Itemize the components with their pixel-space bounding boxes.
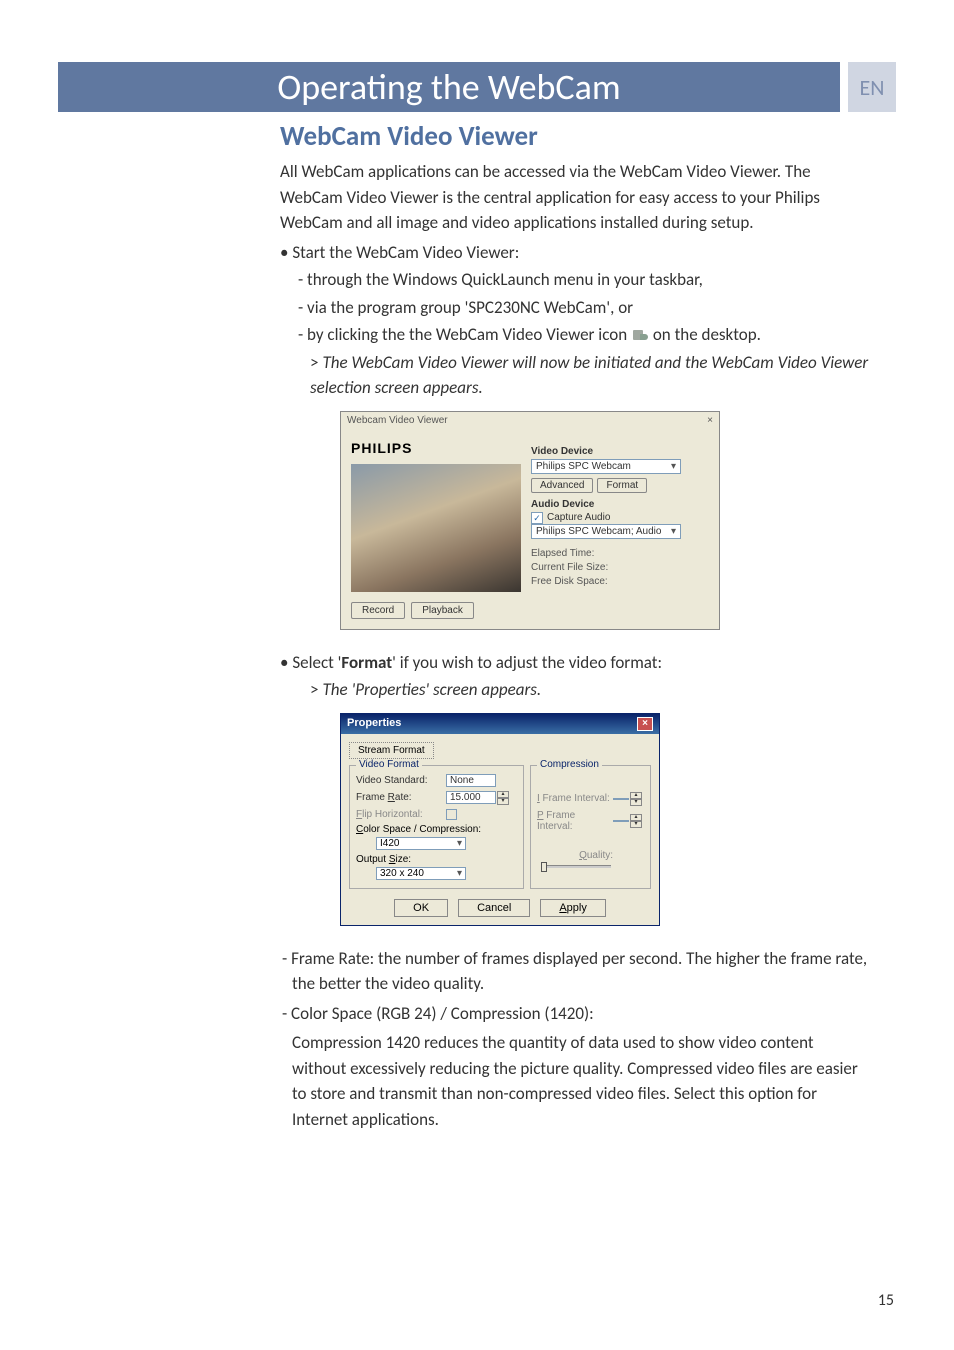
output-size-select[interactable]: 320 x 240 [376,867,466,880]
video-standard-label: Video Standard: [356,775,446,786]
properties-titlebar: Properties × [341,714,659,734]
props-title: Properties [347,717,401,731]
pframe-label: P Frame Interval: [537,810,613,832]
frame-rate-spinner[interactable]: ▴▾ [497,791,509,805]
ok-button[interactable]: OK [394,899,448,917]
pframe-spinner[interactable]: ▴▾ [630,814,642,828]
video-format-fieldset: Video Format Video Standard: None Frame … [349,765,524,889]
properties-window: Properties × Stream Format Video Format … [340,713,660,926]
video-device-label: Video Device [531,446,709,457]
viewer-result: >The WebCam Video Viewer will now be ini… [310,350,870,401]
video-preview [351,464,521,592]
iframe-spinner[interactable]: ▴▾ [630,792,642,806]
iframe-field[interactable] [613,798,629,800]
viewer-window: Webcam Video Viewer × PHILIPS Record Pla… [340,411,720,630]
quicklaunch-dash: - through the Windows QuickLaunch menu i… [308,267,870,293]
iframe-label: I Frame Interval: [537,793,613,804]
start-bullet: Start the WebCam Video Viewer: [280,240,870,266]
format-button[interactable]: Format [597,478,647,493]
props-result: >The 'Properties' screen appears. [310,677,870,703]
program-group-dash: - via the program group 'SPC230NC WebCam… [308,295,870,321]
quality-slider[interactable] [541,865,611,868]
pframe-field[interactable] [613,820,629,822]
frame-rate-field[interactable]: 15.000 [446,791,496,804]
props-close-icon[interactable]: × [637,717,653,731]
flip-label: Flip Horizontal: [356,809,446,820]
audio-device-combo[interactable]: Philips SPC Webcam; Audio [531,524,681,539]
desktop-icon-dash: - by clicking the the WebCam Video Viewe… [308,322,870,348]
output-size-label: Output Size: [356,854,517,865]
language-box: EN [848,62,896,112]
flip-checkbox[interactable] [446,809,457,820]
desktop-text-b: on the desktop. [653,324,761,345]
capture-audio-checkbox[interactable]: ✓ [531,512,543,524]
record-button[interactable]: Record [351,602,405,619]
frame-rate-desc: - Frame Rate: the number of frames displ… [292,946,870,997]
viewer-screenshot: Webcam Video Viewer × PHILIPS Record Pla… [340,411,870,630]
compression-fieldset: Compression I Frame Interval: ▴▾ P Frame… [530,765,651,889]
stream-format-tab[interactable]: Stream Format [349,742,434,759]
close-icon[interactable]: × [707,415,713,426]
colorspace-label: Color Space / Compression: [356,824,517,835]
color-space-desc: - Color Space (RGB 24) / Compression (14… [292,1001,870,1027]
video-format-legend: Video Format [356,759,422,770]
properties-screenshot: Properties × Stream Format Video Format … [340,713,870,926]
page-number: 15 [878,1291,894,1310]
chapter-header: Operating the WebCam EN [58,62,896,112]
colorspace-select[interactable]: I420 [376,837,466,850]
viewer-titlebar: Webcam Video Viewer × [341,412,719,430]
intro-paragraph: All WebCam applications can be accessed … [280,159,870,236]
video-device-combo[interactable]: Philips SPC Webcam [531,459,681,474]
header-title-bar: Operating the WebCam [58,62,840,112]
webcam-viewer-icon [631,329,649,343]
cancel-button[interactable]: Cancel [458,899,530,917]
status-info: Elapsed Time: Current File Size: Free Di… [531,547,709,589]
compression-legend: Compression [537,759,602,770]
capture-audio-label: Capture Audio [547,512,610,523]
desktop-text-a: - by clicking the the WebCam Video Viewe… [298,324,627,345]
frame-rate-label: Frame Rate: [356,792,446,803]
quality-label: Quality: [537,850,613,861]
advanced-button[interactable]: Advanced [531,478,593,493]
playback-button[interactable]: Playback [411,602,474,619]
philips-logo: PHILIPS [351,440,521,456]
format-bullet: Select 'Format' if you wish to adjust th… [280,650,870,676]
viewer-window-title: Webcam Video Viewer [347,415,448,426]
compression-desc: Compression 1420 reduces the quantity of… [292,1030,870,1132]
section-heading: WebCam Video Viewer [280,120,870,153]
main-content: WebCam Video Viewer All WebCam applicati… [280,120,870,1136]
apply-button[interactable]: Apply [540,899,606,917]
language-code: EN [860,74,885,101]
video-standard-field[interactable]: None [446,774,496,787]
audio-device-label: Audio Device [531,499,709,510]
chapter-title: Operating the WebCam [277,65,620,109]
